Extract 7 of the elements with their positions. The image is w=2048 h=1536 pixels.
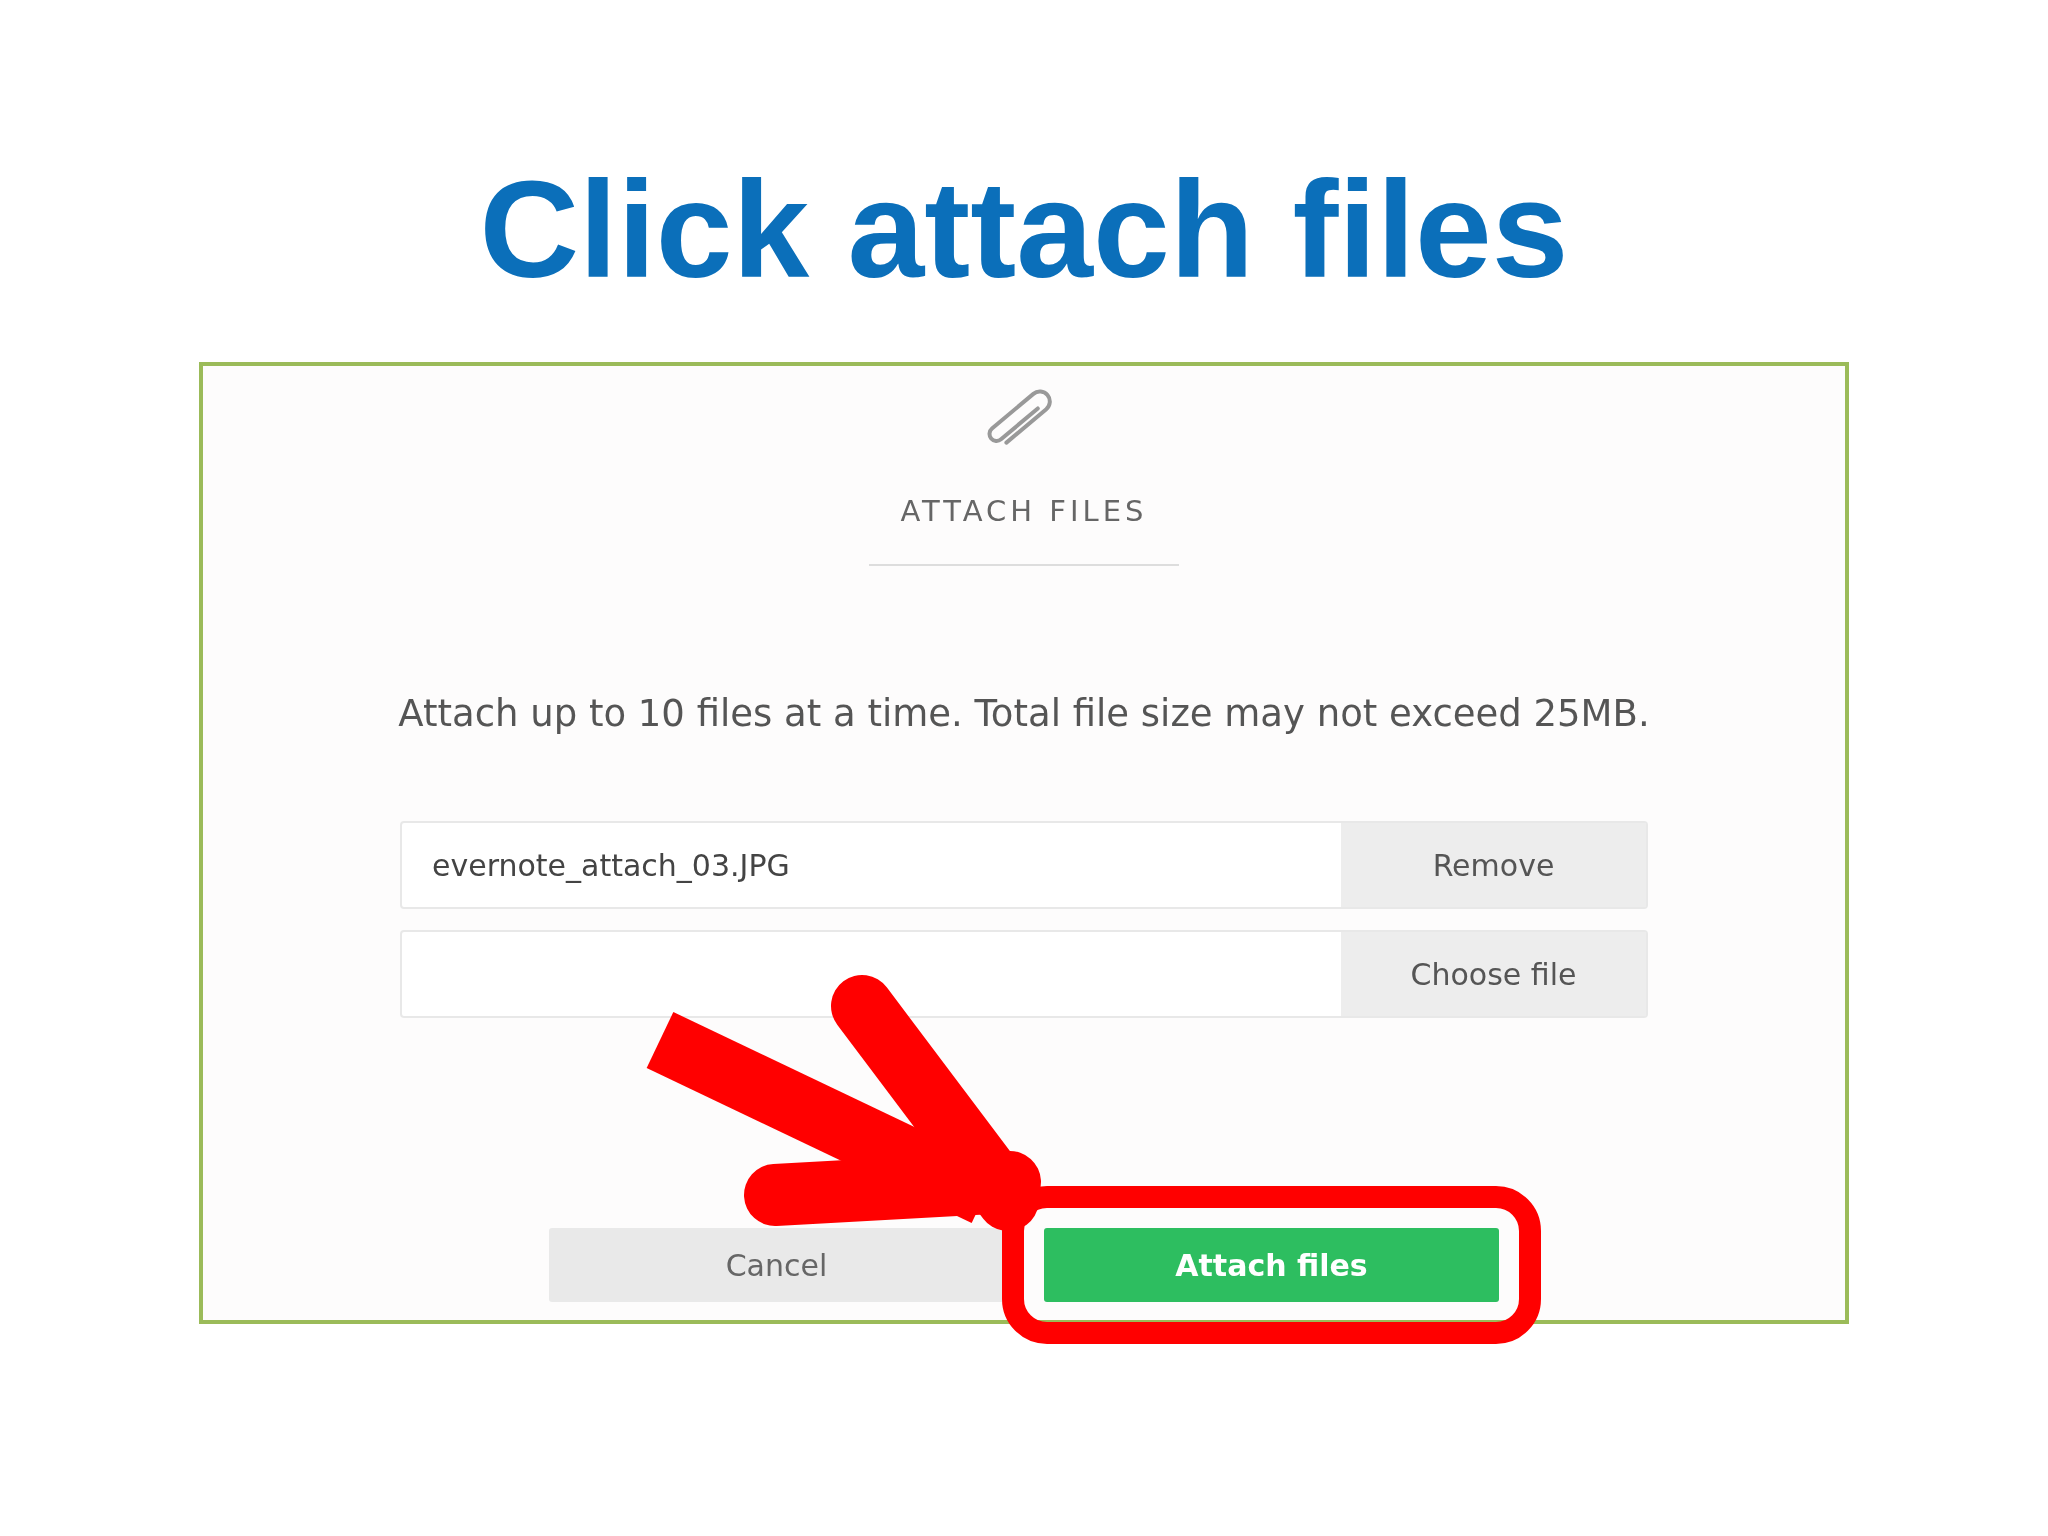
slide-title: Click attach files: [478, 151, 1570, 298]
dialog-heading: ATTACH FILES: [869, 490, 1179, 566]
file-field: evernote_attach_03.JPG Remove: [400, 821, 1648, 909]
cancel-button[interactable]: Cancel: [549, 1228, 1004, 1302]
remove-button[interactable]: Remove: [1341, 823, 1646, 907]
choose-file-button[interactable]: Choose file: [1341, 932, 1646, 1016]
instruction-text: Attach up to 10 files at a time. Total file size may not exceed 25MB.: [398, 690, 1650, 737]
